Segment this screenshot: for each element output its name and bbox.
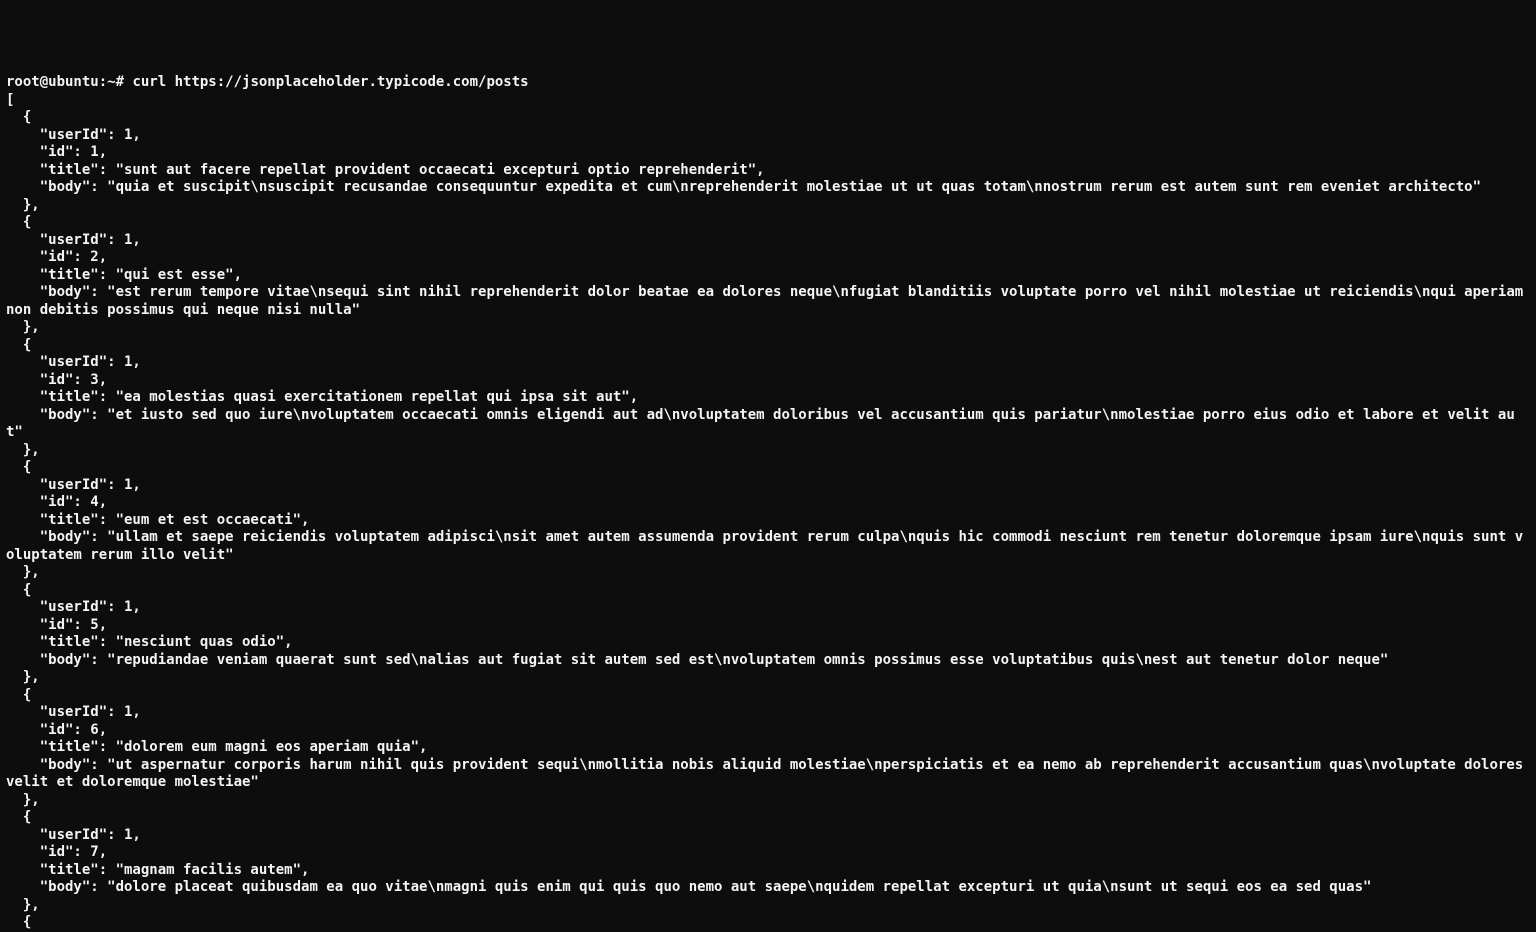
json-output: [ { "userId": 1, "id": 1, "title": "sunt… (6, 92, 1532, 931)
shell-command[interactable]: curl https://jsonplaceholder.typicode.co… (132, 74, 528, 90)
shell-prompt: root@ubuntu:~# (6, 74, 132, 90)
